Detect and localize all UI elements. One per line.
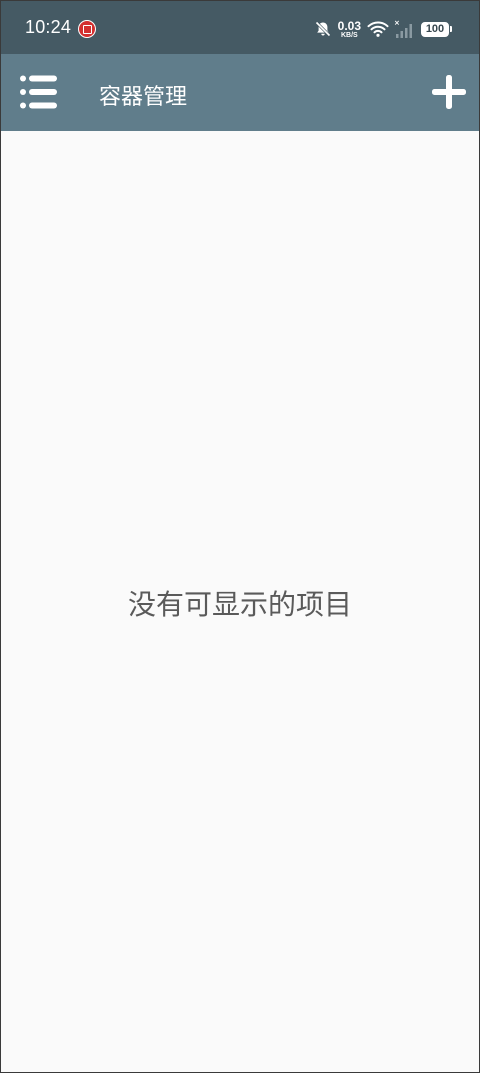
bell-muted-icon — [315, 21, 331, 37]
battery-indicator: 100 — [421, 21, 452, 37]
svg-text:×: × — [394, 19, 400, 27]
status-bar: 10:24 0.03 KB/S × 100 — [1, 1, 479, 54]
wifi-icon — [367, 21, 389, 37]
app-bar: 容器管理 — [1, 54, 479, 131]
status-time: 10:24 — [25, 17, 72, 37]
app-notification-icon — [78, 20, 96, 38]
list-menu-icon[interactable] — [15, 71, 61, 113]
container-list-area: 没有可显示的项目 — [1, 131, 479, 1072]
empty-state-message: 没有可显示的项目 — [127, 588, 352, 621]
network-speed-unit: KB/S — [340, 31, 358, 39]
signal-no-service-icon: × — [394, 19, 412, 38]
network-speed: 0.03 KB/S — [338, 20, 361, 39]
phone-screen: 10:24 0.03 KB/S × 100 容器管理 没有可显示的项目 — [0, 0, 480, 1073]
add-container-button[interactable] — [429, 72, 469, 112]
network-speed-value: 0.03 — [337, 18, 361, 33]
status-indicators: 0.03 KB/S × 100 — [314, 18, 452, 40]
page-title: 容器管理 — [99, 85, 188, 110]
